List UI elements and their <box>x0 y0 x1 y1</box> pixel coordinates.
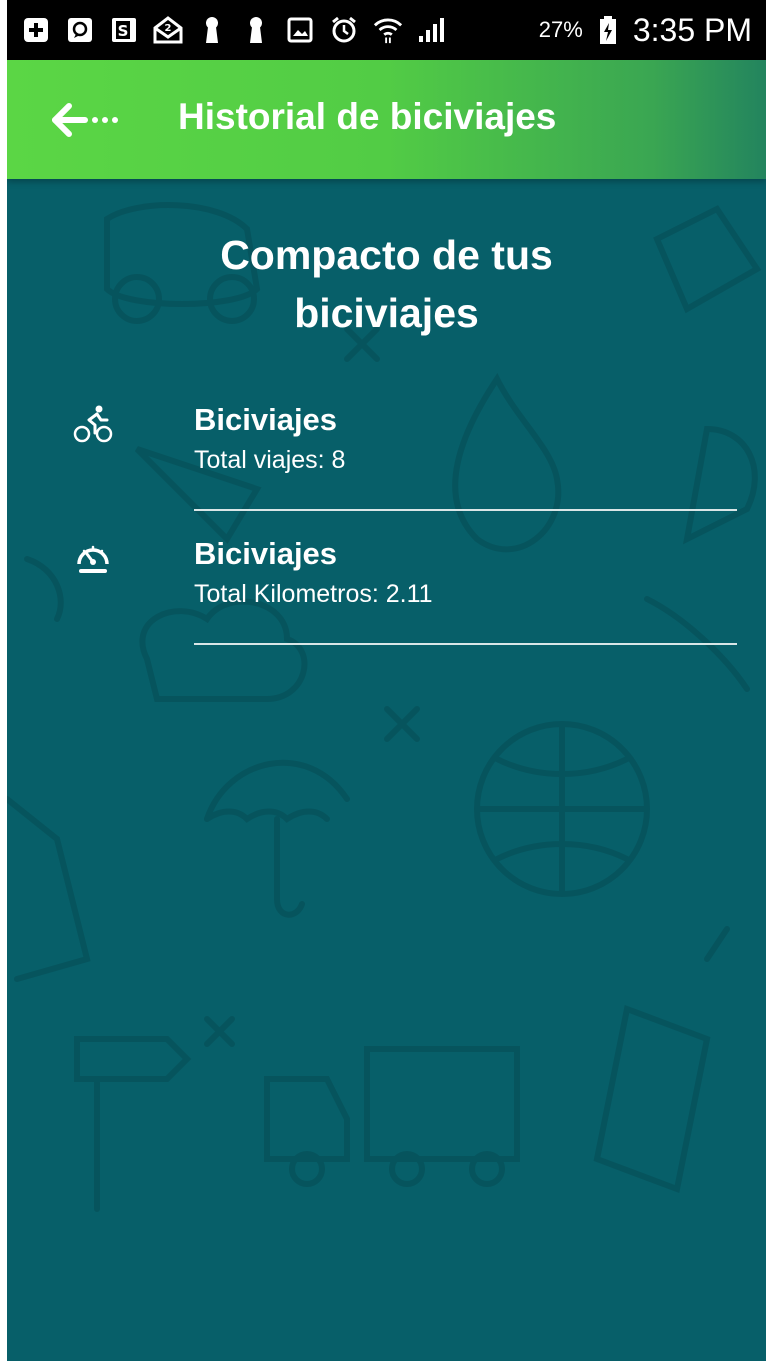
status-bar: S 2 27% 3:35 PM <box>7 0 766 60</box>
svg-text:S: S <box>118 22 129 40</box>
signal-icon <box>417 15 447 45</box>
speedometer-icon <box>73 538 113 578</box>
alarm-icon <box>329 15 359 45</box>
image-icon <box>285 15 315 45</box>
list-item-trips[interactable]: Biciviajes Total viajes: 8 <box>7 390 766 524</box>
summary-heading-line1: Compacto de tus <box>220 232 553 278</box>
stat-title: Biciviajes <box>194 402 338 437</box>
back-button[interactable] <box>51 100 121 140</box>
status-time: 3:35 PM <box>632 11 752 48</box>
app-bar: Historial de biciviajes <box>7 60 766 179</box>
s-app-icon: S <box>109 15 139 45</box>
battery-percent: 27% <box>538 17 583 42</box>
screen: S 2 27% 3:35 PM Historial de biciviajes … <box>7 0 766 1361</box>
mail-open-icon: 2 <box>153 15 183 45</box>
stat-title: Biciviajes <box>194 536 338 571</box>
chat-bubble-icon <box>65 15 95 45</box>
add-box-icon <box>21 15 51 45</box>
summary-heading-line2: biciviajes <box>294 290 479 336</box>
list-item-kilometers[interactable]: Biciviajes Total Kilometros: 2.11 <box>7 524 766 658</box>
svg-text:2: 2 <box>165 23 172 34</box>
page-title: Historial de biciviajes <box>178 96 557 137</box>
stat-value: Total Kilometros: 2.11 <box>194 580 433 608</box>
background-doodles <box>7 202 762 1212</box>
stat-value: Total viajes: 8 <box>194 446 346 474</box>
keyhole-icon <box>241 15 271 45</box>
divider <box>194 643 737 645</box>
battery-charging-icon <box>593 15 623 45</box>
summary-heading: Compacto de tus biciviajes <box>7 226 766 342</box>
back-arrow-icon <box>52 103 118 137</box>
divider <box>194 509 737 511</box>
bicycle-rider-icon <box>73 404 113 444</box>
wifi-icon <box>373 15 403 45</box>
keyhole-icon <box>197 15 227 45</box>
